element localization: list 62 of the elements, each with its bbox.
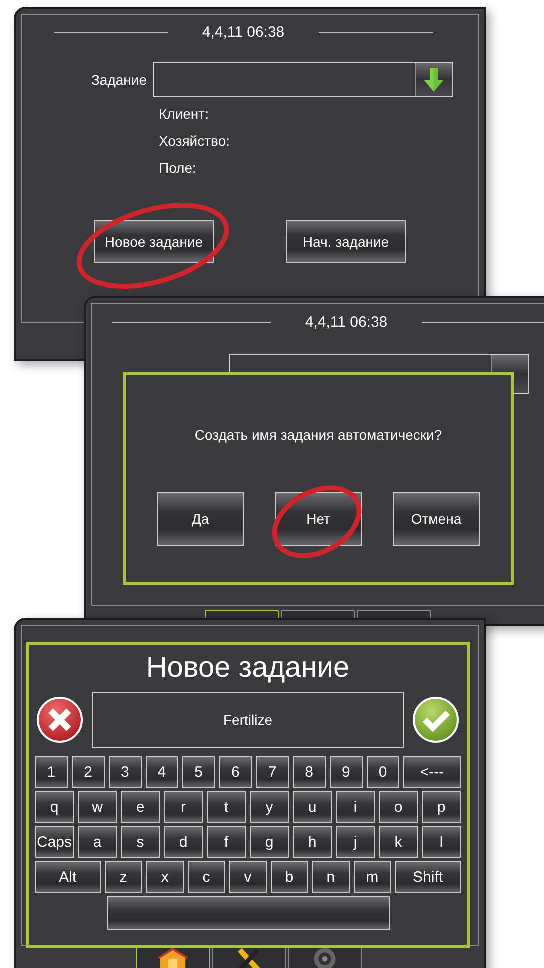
keyboard-key[interactable]: 6 bbox=[219, 756, 252, 788]
keyboard-key[interactable]: t bbox=[207, 791, 246, 823]
keyboard-key[interactable]: <--- bbox=[403, 756, 461, 788]
keyboard-key[interactable]: v bbox=[229, 861, 267, 893]
keyboard-key[interactable]: 9 bbox=[330, 756, 363, 788]
keyboard-key[interactable]: y bbox=[250, 791, 289, 823]
dialog-title: Новое задание bbox=[146, 651, 350, 685]
keyboard-key[interactable]: d bbox=[164, 826, 203, 858]
keyboard-key[interactable]: 1 bbox=[35, 756, 68, 788]
dropdown-button[interactable] bbox=[415, 63, 452, 96]
keyboard-key[interactable]: Caps bbox=[35, 826, 74, 858]
keyboard-key[interactable]: c bbox=[188, 861, 226, 893]
job-dropdown[interactable] bbox=[153, 62, 453, 97]
dialog-button[interactable]: Отмена bbox=[393, 492, 480, 546]
keyboard-key[interactable]: s bbox=[121, 826, 160, 858]
keyboard-key[interactable]: m bbox=[354, 861, 392, 893]
keyboard-key[interactable]: p bbox=[422, 791, 461, 823]
keyboard-key[interactable]: w bbox=[78, 791, 117, 823]
keyboard-key[interactable]: 2 bbox=[72, 756, 105, 788]
keyboard-key[interactable]: h bbox=[293, 826, 332, 858]
keyboard-key[interactable]: n bbox=[312, 861, 350, 893]
keyboard-key[interactable]: q bbox=[35, 791, 74, 823]
action-button[interactable]: Новое задание bbox=[94, 220, 214, 263]
keyboard-key[interactable]: o bbox=[379, 791, 418, 823]
name-input[interactable]: Fertilize bbox=[92, 692, 404, 748]
keyboard-key[interactable]: z bbox=[104, 861, 142, 893]
dialog-button[interactable]: Да bbox=[157, 492, 244, 546]
keyboard-key[interactable]: g bbox=[250, 826, 289, 858]
keyboard-key[interactable]: l bbox=[422, 826, 461, 858]
nav-tab[interactable] bbox=[205, 610, 279, 618]
keyboard-key[interactable]: k bbox=[379, 826, 418, 858]
info-label: Клиент: bbox=[159, 105, 210, 124]
action-button[interactable]: Нач. задание bbox=[286, 220, 406, 263]
keyboard-key[interactable]: a bbox=[78, 826, 117, 858]
nav-tab[interactable] bbox=[357, 610, 431, 618]
keyboard-key[interactable]: 0 bbox=[366, 756, 400, 788]
keyboard-key[interactable]: r bbox=[164, 791, 203, 823]
keyboard-key[interactable]: b bbox=[270, 861, 308, 893]
keyboard-key[interactable]: 5 bbox=[182, 756, 216, 788]
nav-tab[interactable] bbox=[281, 610, 355, 618]
keyboard-key[interactable]: 7 bbox=[256, 756, 289, 788]
info-label: Поле: bbox=[159, 159, 198, 178]
keyboard-key[interactable]: 8 bbox=[292, 756, 326, 788]
keyboard-key[interactable]: u bbox=[293, 791, 332, 823]
cancel-icon[interactable] bbox=[36, 696, 84, 744]
date-time: 4,4,11 06:38 bbox=[305, 314, 388, 331]
keyboard-key[interactable]: 4 bbox=[146, 756, 178, 788]
keyboard-key[interactable]: j bbox=[336, 826, 375, 858]
down-arrow-icon bbox=[422, 66, 446, 92]
keyboard-key[interactable]: x bbox=[146, 861, 184, 893]
keyboard-key[interactable]: e bbox=[121, 791, 160, 823]
date-time: 4,4,11 06:38 bbox=[202, 24, 285, 41]
keyboard-key[interactable]: Shift bbox=[395, 861, 461, 893]
space-key[interactable] bbox=[106, 896, 390, 930]
confirm-icon[interactable] bbox=[412, 696, 460, 744]
dialog-message: Создать имя задания автоматически? bbox=[194, 427, 442, 443]
job-label: Задание bbox=[90, 72, 148, 88]
keyboard-key[interactable]: f bbox=[207, 826, 246, 858]
keyboard-key[interactable]: i bbox=[336, 791, 375, 823]
info-label: Хозяйство: bbox=[159, 132, 231, 151]
keyboard-key[interactable]: 3 bbox=[108, 756, 142, 788]
keyboard-key[interactable]: Alt bbox=[35, 861, 101, 893]
